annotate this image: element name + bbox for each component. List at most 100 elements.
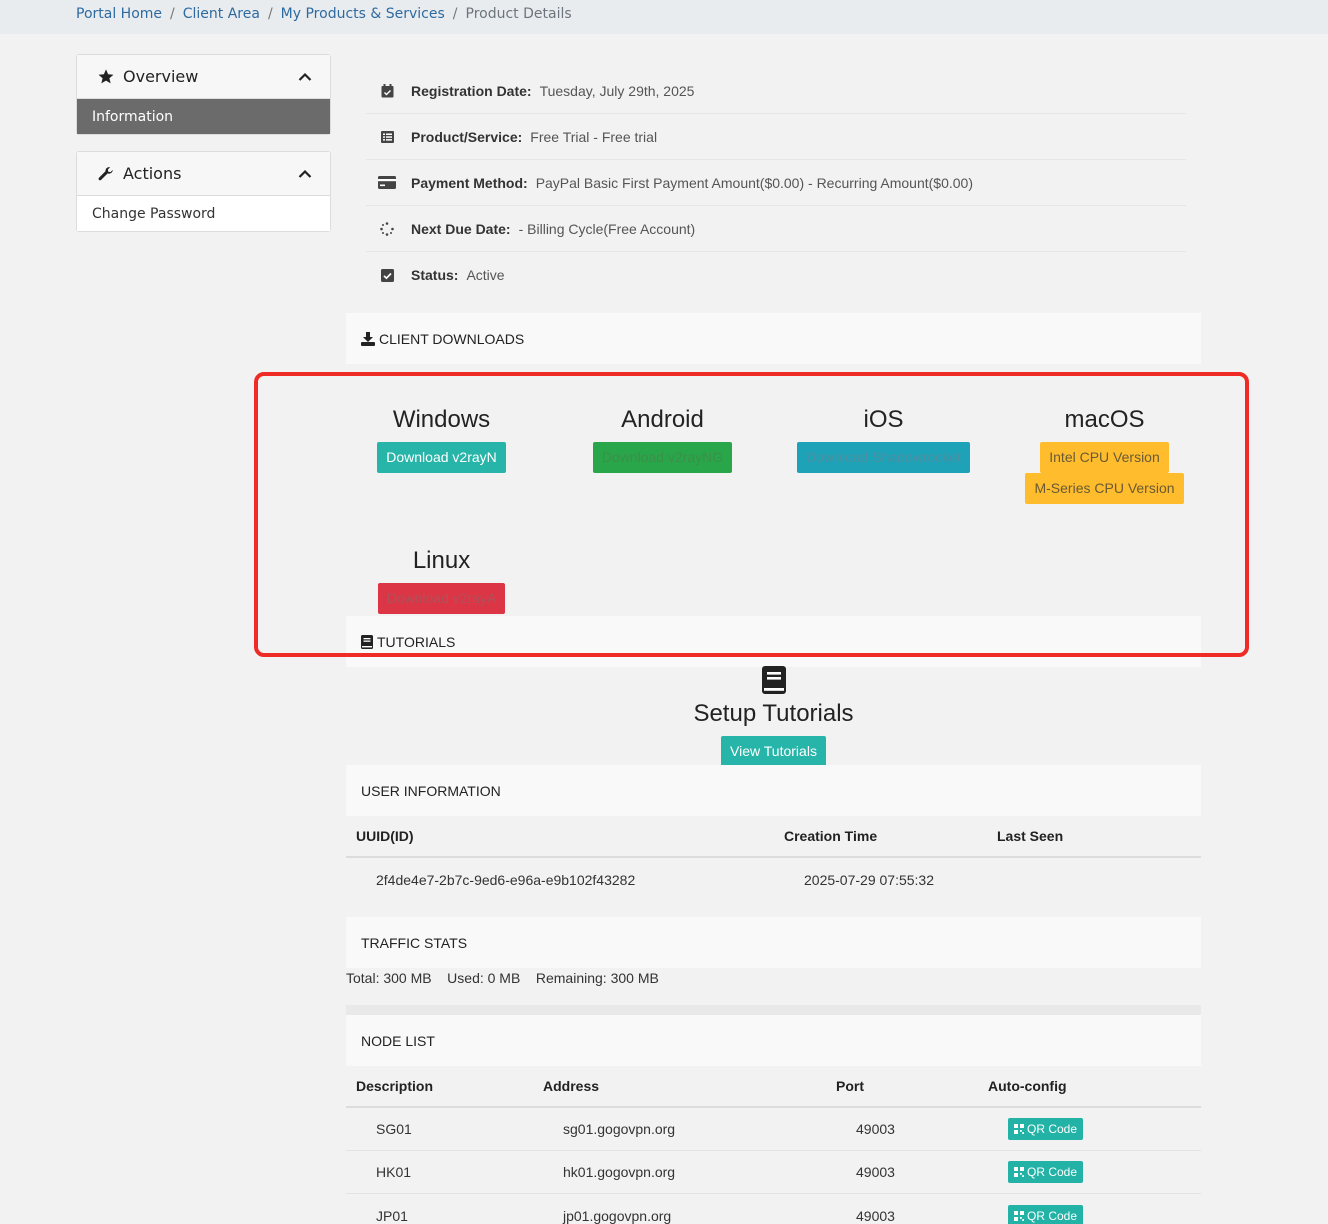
node-list-header: NODE LIST [346, 1015, 1201, 1066]
node-description: HK01 [376, 1164, 412, 1180]
client-downloads-title: CLIENT DOWNLOADS [379, 330, 525, 347]
download-ios: iOS Download Shadowrocket [772, 406, 995, 473]
chevron-up-icon[interactable] [298, 72, 312, 82]
qr-code-button[interactable]: QR Code [1008, 1161, 1084, 1183]
node-list-title: NODE LIST [361, 1032, 435, 1049]
book-icon [361, 634, 373, 649]
node-description: SG01 [376, 1121, 412, 1137]
download-v2raya-button[interactable]: Download v2rayA [377, 583, 506, 614]
header-port: Port [836, 1078, 864, 1094]
calendar-icon [381, 83, 393, 97]
client-downloads-header: CLIENT DOWNLOADS [346, 313, 1201, 364]
registration-label: Registration Date: [411, 82, 532, 99]
sidebar-actions-title: Actions [123, 164, 182, 183]
info-product-row: Product/Service: Free Trial - Free trial [366, 114, 1186, 160]
breadcrumb-my-products[interactable]: My Products & Services [281, 6, 445, 22]
creation-time-value: 2025-07-29 07:55:32 [804, 871, 934, 888]
setup-tutorials-section: Setup Tutorials View Tutorials [346, 666, 1201, 767]
registration-value: Tuesday, July 29th, 2025 [539, 82, 695, 99]
download-macos-m-series-button[interactable]: M-Series CPU Version [1025, 473, 1184, 504]
sidebar-item-change-password[interactable]: Change Password [77, 196, 330, 231]
header-auto-config: Auto-config [988, 1078, 1067, 1094]
tutorials-header: TUTORIALS [346, 616, 1201, 667]
sidebar-overview-title: Overview [123, 67, 199, 86]
next-due-value: - Billing Cycle(Free Account) [518, 220, 696, 237]
uuid-value: 2f4de4e7-2b7c-9ed6-e96a-e9b102f43282 [376, 871, 636, 888]
node-port: 49003 [856, 1207, 895, 1224]
breadcrumb: Portal Home / Client Area / My Products … [0, 0, 1328, 34]
breadcrumb-current: Product Details [465, 6, 572, 22]
status-label: Status: [411, 267, 459, 283]
sidebar-overview-header[interactable]: Overview [77, 55, 330, 99]
header-creation-time: Creation Time [784, 828, 878, 844]
tutorials-title: TUTORIALS [377, 633, 456, 650]
header-uuid: UUID(ID) [356, 828, 414, 844]
spinner-icon [380, 221, 394, 236]
node-port: 49003 [856, 1164, 895, 1180]
payment-value: PayPal Basic First Payment Amount($0.00)… [535, 174, 973, 191]
node-description: JP01 [376, 1207, 408, 1224]
payment-label: Payment Method: [411, 174, 528, 191]
star-icon [98, 69, 114, 84]
node-address: hk01.gogovpn.org [563, 1164, 676, 1180]
download-v2rayng-button[interactable]: Download v2rayNG [592, 442, 733, 473]
qr-code-button[interactable]: QR Code [1008, 1204, 1084, 1224]
next-due-label: Next Due Date: [411, 220, 511, 237]
info-status-row: Status: Active [366, 252, 1186, 298]
breadcrumb-client-area[interactable]: Client Area [183, 6, 260, 22]
platform-ios-title: iOS [863, 406, 904, 433]
table-row: HK01 hk01.gogovpn.org 49003 QR Code [346, 1151, 1201, 1194]
breadcrumb-separator: / [170, 6, 175, 22]
sidebar-item-information[interactable]: Information [77, 99, 330, 134]
table-row: JP01 jp01.gogovpn.org 49003 QR Code [346, 1194, 1201, 1224]
info-payment-row: Payment Method: PayPal Basic First Payme… [366, 160, 1186, 206]
download-macos: macOS Intel CPU Version M-Series CPU Ver… [993, 406, 1216, 504]
download-shadowrocket-button[interactable]: Download Shadowrocket [797, 442, 970, 473]
product-value: Free Trial - Free trial [530, 128, 658, 145]
table-header: Description Address Port Auto-config [346, 1066, 1201, 1108]
divider [346, 1005, 1201, 1015]
breadcrumb-separator: / [452, 6, 458, 22]
download-windows: Windows Download v2rayN [330, 406, 553, 473]
platform-macos-title: macOS [1064, 406, 1145, 433]
qr-code-icon [1014, 1167, 1024, 1177]
qr-code-icon [1014, 1210, 1024, 1221]
traffic-used: Used: 0 MB [447, 970, 521, 986]
chevron-up-icon[interactable] [298, 169, 312, 179]
product-label: Product/Service: [411, 128, 523, 145]
header-description: Description [356, 1078, 434, 1094]
info-registration-row: Registration Date: Tuesday, July 29th, 2… [366, 68, 1186, 114]
sidebar-actions-header[interactable]: Actions [77, 152, 330, 196]
download-icon [361, 331, 375, 346]
sidebar-overview-panel: Overview Information [76, 54, 331, 135]
table-row: SG01 sg01.gogovpn.org 49003 QR Code [346, 1108, 1201, 1151]
user-information-header: USER INFORMATION [346, 765, 1201, 816]
node-address: sg01.gogovpn.org [563, 1121, 676, 1137]
platform-linux-title: Linux [412, 547, 471, 574]
platform-windows-title: Windows [392, 406, 491, 433]
qr-code-button[interactable]: QR Code [1008, 1118, 1084, 1140]
info-next-due-row: Next Due Date: - Billing Cycle(Free Acco… [366, 206, 1186, 252]
traffic-stats-title: TRAFFIC STATS [361, 934, 468, 951]
node-address: jp01.gogovpn.org [563, 1207, 672, 1224]
traffic-stats-header: TRAFFIC STATS [346, 917, 1201, 968]
table-header: UUID(ID) Creation Time Last Seen [346, 816, 1201, 858]
view-tutorials-button[interactable]: View Tutorials [721, 736, 826, 767]
download-linux: Linux Download v2rayA [330, 547, 553, 614]
setup-tutorials-heading: Setup Tutorials [693, 700, 854, 727]
sidebar-actions-panel: Actions Change Password [76, 151, 331, 232]
node-port: 49003 [856, 1121, 895, 1137]
download-v2rayn-button[interactable]: Download v2rayN [377, 442, 506, 473]
node-list-table: Description Address Port Auto-config SG0… [346, 1066, 1201, 1224]
qr-code-icon [1014, 1124, 1024, 1134]
traffic-stats-values: Total: 300 MB Used: 0 MB Remaining: 300 … [346, 970, 659, 986]
traffic-total: Total: 300 MB [346, 970, 432, 986]
credit-card-icon [378, 176, 396, 189]
header-last-seen: Last Seen [997, 828, 1064, 844]
traffic-remaining: Remaining: 300 MB [535, 970, 659, 986]
table-row: 2f4de4e7-2b7c-9ed6-e96a-e9b102f43282 202… [346, 858, 1201, 901]
download-android: Android Download v2rayNG [551, 406, 774, 473]
download-macos-intel-button[interactable]: Intel CPU Version [1040, 442, 1169, 473]
breadcrumb-portal-home[interactable]: Portal Home [76, 6, 162, 22]
check-square-icon [380, 268, 394, 282]
